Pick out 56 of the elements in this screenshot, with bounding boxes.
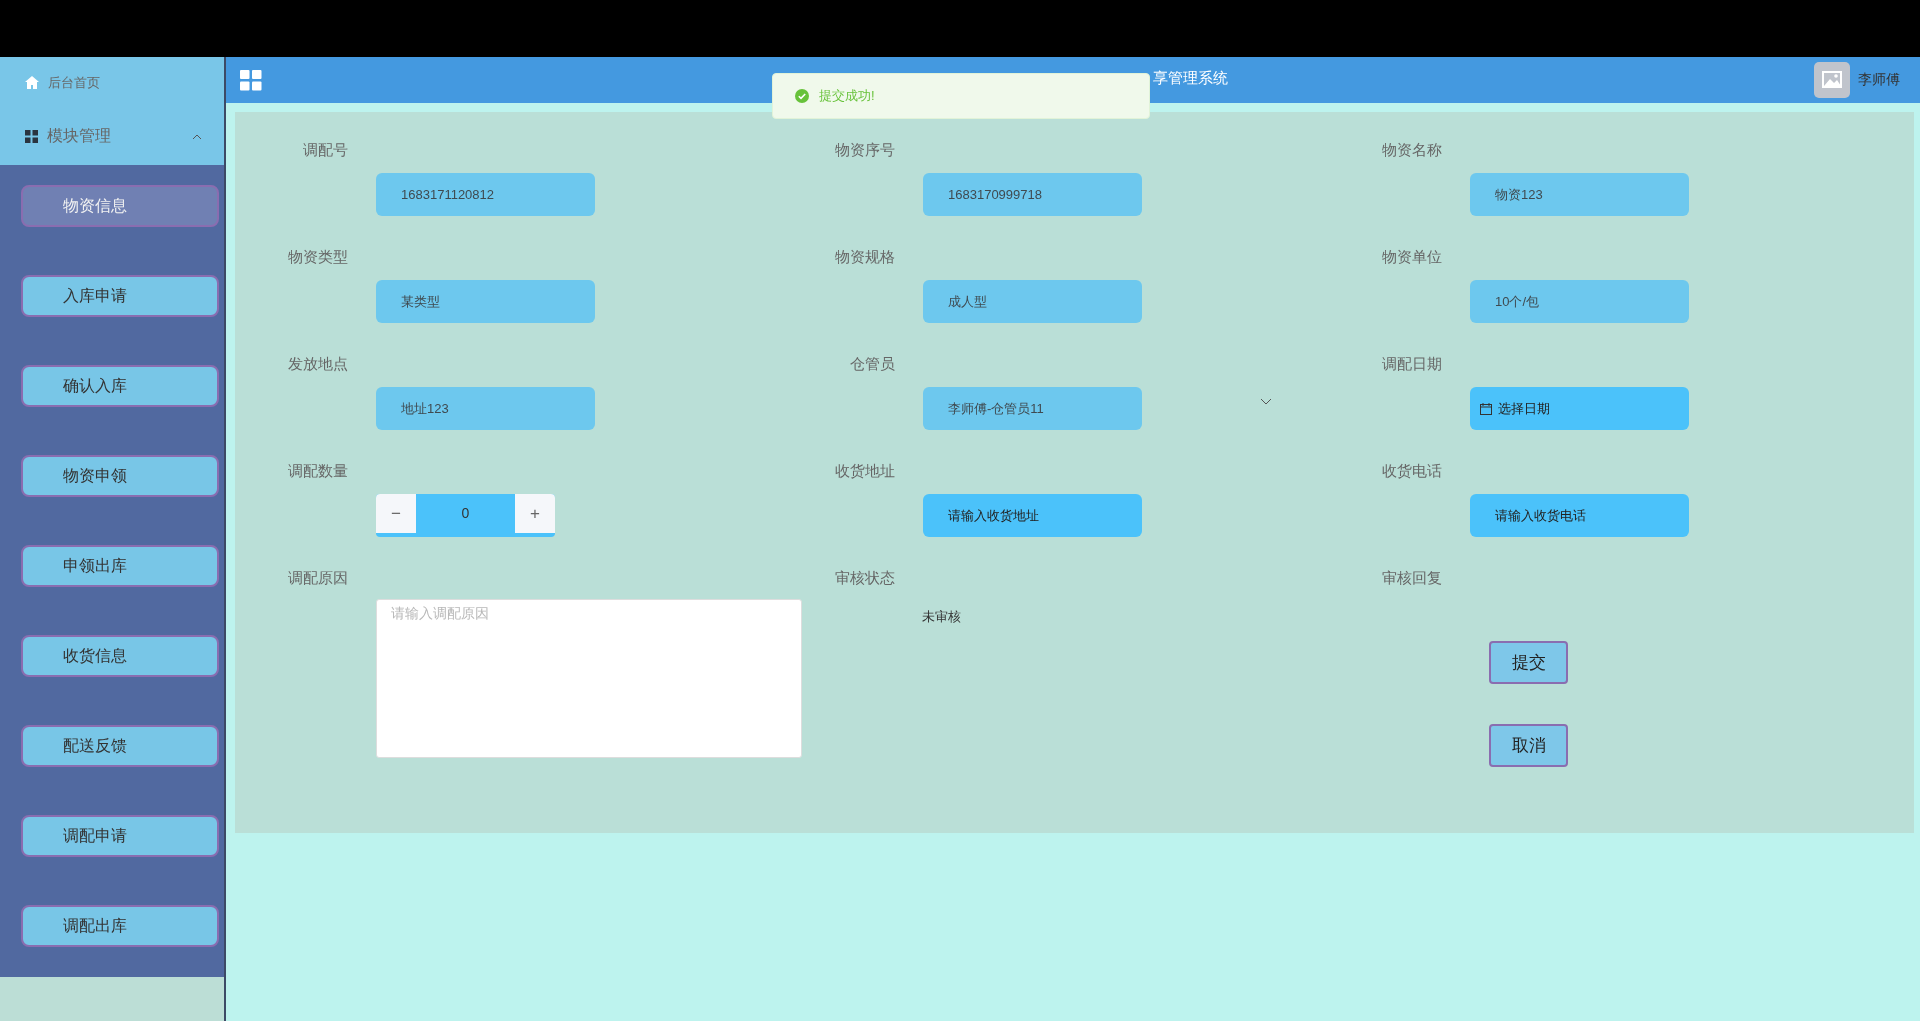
number-stepper[interactable]: − 0 +	[376, 494, 555, 537]
menu-group-label: 模块管理	[47, 126, 111, 146]
menu-item[interactable]: 调配出库	[21, 905, 219, 947]
check-circle-icon	[795, 89, 809, 103]
field-label: 物资序号	[834, 140, 895, 160]
field-label: 调配日期	[1381, 354, 1442, 374]
field-label: 收货电话	[1381, 461, 1442, 481]
field-label: 仓管员	[849, 354, 895, 374]
text-field[interactable]: 某类型	[376, 280, 595, 323]
menu-item[interactable]: 确认入库	[21, 365, 219, 407]
home-label: 后台首页	[48, 73, 100, 92]
field-label: 物资名称	[1381, 140, 1442, 160]
field-label: 调配号	[302, 140, 348, 160]
calendar-icon	[1480, 402, 1492, 415]
menu-item[interactable]: 调配申请	[21, 815, 219, 857]
textarea-field[interactable]: 请输入调配原因	[376, 599, 802, 758]
field-label: 调配原因	[287, 568, 348, 588]
input-field[interactable]: 请输入收货电话	[1470, 494, 1689, 537]
menu-item[interactable]: 物资信息	[21, 185, 219, 227]
input-field[interactable]: 请输入收货地址	[923, 494, 1142, 537]
home-icon	[25, 76, 39, 89]
menu-item[interactable]: 配送反馈	[21, 725, 219, 767]
avatar-image-icon[interactable]	[1814, 62, 1850, 98]
field-label: 发放地点	[287, 354, 348, 374]
toast-message: 提交成功!	[819, 87, 875, 105]
action-button[interactable]: 取消	[1489, 724, 1568, 767]
field-label: 物资规格	[834, 247, 895, 267]
text-field[interactable]: 1683171120812	[376, 173, 595, 216]
text-field[interactable]: 成人型	[923, 280, 1142, 323]
menu-item[interactable]: 物资申领	[21, 455, 219, 497]
field-label: 审核状态	[834, 568, 895, 588]
number-value: 0	[460, 504, 471, 523]
menu-item[interactable]: 入库申请	[21, 275, 219, 317]
user-name: 李师傅	[1858, 71, 1900, 89]
menu-item[interactable]: 申领出库	[21, 545, 219, 587]
field-label: 物资单位	[1381, 247, 1442, 267]
text-field[interactable]: 10个/包	[1470, 280, 1689, 323]
increment-button[interactable]: +	[515, 494, 555, 533]
field-label: 调配数量	[287, 461, 348, 481]
date-field[interactable]: 选择日期	[1470, 387, 1689, 430]
decrement-button[interactable]: −	[376, 494, 416, 533]
field-label: 收货地址	[834, 461, 895, 481]
grid-icon	[25, 130, 38, 143]
text-field[interactable]: 地址123	[376, 387, 595, 430]
menu-item[interactable]: 收货信息	[21, 635, 219, 677]
text-field[interactable]: 1683170999718	[923, 173, 1142, 216]
date-placeholder: 选择日期	[1498, 399, 1550, 418]
field-label: 审核回复	[1381, 568, 1442, 588]
field-label: 物资类型	[287, 247, 348, 267]
chevron-down-icon[interactable]	[1260, 398, 1272, 405]
app-title: 享管理系统	[1153, 69, 1228, 88]
grid-icon[interactable]	[240, 69, 262, 91]
text-field[interactable]: 物资123	[1470, 173, 1689, 216]
status-value: 未审核	[922, 608, 961, 626]
action-button[interactable]: 提交	[1489, 641, 1568, 684]
select-field[interactable]: 李师傅-仓管员11	[923, 387, 1142, 430]
